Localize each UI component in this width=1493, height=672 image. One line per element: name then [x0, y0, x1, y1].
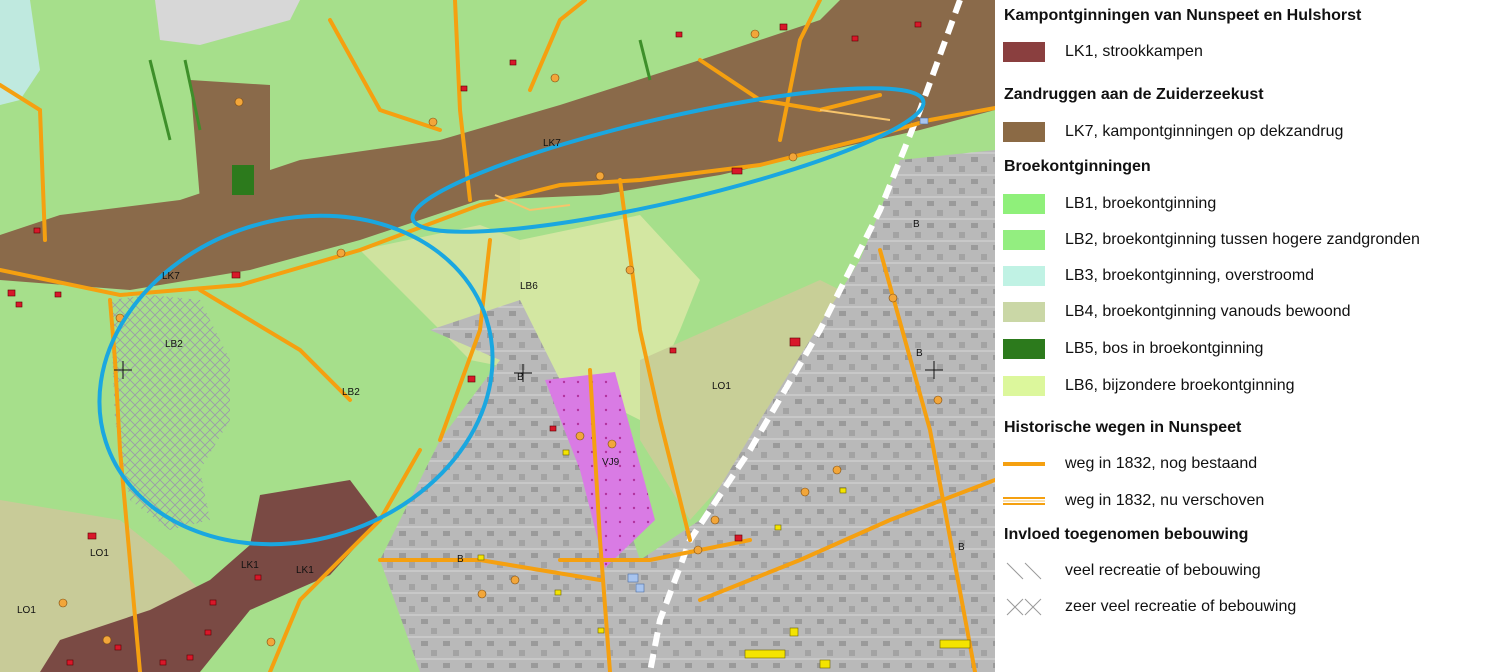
legend-heading-wegen: Historische wegen in Nunspeet [1004, 419, 1242, 436]
swatch-lb3 [1003, 266, 1045, 286]
legend-label-lb3: LB3, broekontginning, overstroomd [1065, 267, 1315, 284]
legend-label-lk7: LK7, kampontginningen op dekzandrug [1065, 123, 1344, 140]
legend-heading-bebouwing: Invloed toegenomen bebouwing [1004, 526, 1249, 543]
label-lb2a: LB2 [165, 339, 183, 350]
legend-label-lb1: LB1, broekontginning [1065, 195, 1217, 212]
lb5-patch [232, 165, 254, 195]
map-legend: Kampontginningen van Nunspeet en Hulshor… [995, 0, 1493, 672]
label-lk1a: LK1 [241, 560, 259, 571]
map-panel[interactable]: LK7 LK7 LB6 LB2 LB2 B B B B B LO1 LO1 LO… [0, 0, 995, 672]
label-lo1b: LO1 [90, 548, 109, 559]
legend-item-lb5: LB5, bos in broekontginning [1003, 337, 1263, 361]
label-lk1b: LK1 [296, 565, 314, 576]
legend-item-lb3: LB3, broekontginning, overstroomd [1003, 264, 1314, 288]
legend-item-lb6: LB6, bijzondere broekontginning [1003, 374, 1295, 398]
legend-item-lb4: LB4, broekontginning vanouds bewoond [1003, 300, 1351, 324]
legend-label-lb2: LB2, broekontginning tussen hogere zandg… [1065, 231, 1420, 248]
label-lo1a: LO1 [712, 381, 731, 392]
label-lb6: LB6 [520, 281, 538, 292]
label-vj9: VJ9 [602, 457, 620, 468]
swatch-zeer-veel [1003, 597, 1045, 617]
swatch-lb6 [1003, 376, 1045, 396]
legend-item-zeer-veel: zeer veel recreatie of bebouwing [1003, 595, 1296, 619]
swatch-lk1 [1003, 42, 1045, 62]
legend-label-lb5: LB5, bos in broekontginning [1065, 340, 1264, 357]
legend-label-road-moved: weg in 1832, nu verschoven [1065, 492, 1265, 509]
legend-item-road-existing: weg in 1832, nog bestaand [1003, 452, 1257, 476]
swatch-road-moved [1003, 491, 1045, 511]
legend-item-lk1: LK1, strookkampen [1003, 40, 1203, 64]
lk7-area-north [190, 80, 270, 200]
legend-heading-broekontginningen: Broekontginningen [1004, 158, 1151, 175]
legend-label-lk1: LK1, strookkampen [1065, 43, 1203, 60]
label-b2: B [916, 348, 923, 359]
legend-item-recreatie: veel recreatie of bebouwing [1003, 559, 1261, 583]
label-b3: B [517, 372, 524, 383]
legend-item-road-moved: weg in 1832, nu verschoven [1003, 489, 1264, 513]
legend-item-lk7: LK7, kampontginningen op dekzandrug [1003, 120, 1343, 144]
label-b1: B [913, 219, 920, 230]
label-b5: B [958, 542, 965, 553]
swatch-lb1 [1003, 194, 1045, 214]
swatch-recreatie [1003, 561, 1045, 581]
legend-heading-kampontginningen: Kampontginningen van Nunspeet en Hulshor… [1004, 7, 1362, 24]
legend-item-lb2: LB2, broekontginning tussen hogere zandg… [1003, 228, 1420, 252]
legend-item-lb1: LB1, broekontginning [1003, 192, 1216, 216]
legend-label-lb6: LB6, bijzondere broekontginning [1065, 377, 1295, 394]
swatch-lb4 [1003, 302, 1045, 322]
legend-heading-zandruggen: Zandruggen aan de Zuiderzeekust [1004, 86, 1264, 103]
label-lk7a: LK7 [543, 138, 561, 149]
legend-label-lb4: LB4, broekontginning vanouds bewoond [1065, 303, 1351, 320]
label-lb2b: LB2 [342, 387, 360, 398]
legend-label-road-existing: weg in 1832, nog bestaand [1065, 455, 1258, 472]
legend-label-zeer-veel: zeer veel recreatie of bebouwing [1065, 598, 1297, 615]
legend-label-recreatie: veel recreatie of bebouwing [1065, 562, 1261, 579]
swatch-lb2 [1003, 230, 1045, 250]
label-b4: B [457, 554, 464, 565]
swatch-lb5 [1003, 339, 1045, 359]
map-canvas: LK7 LK7 LB6 LB2 LB2 B B B B B LO1 LO1 LO… [0, 0, 995, 672]
swatch-lk7 [1003, 122, 1045, 142]
swatch-road-existing [1003, 454, 1045, 474]
label-lk7b: LK7 [162, 271, 180, 282]
label-lo1c: LO1 [17, 605, 36, 616]
